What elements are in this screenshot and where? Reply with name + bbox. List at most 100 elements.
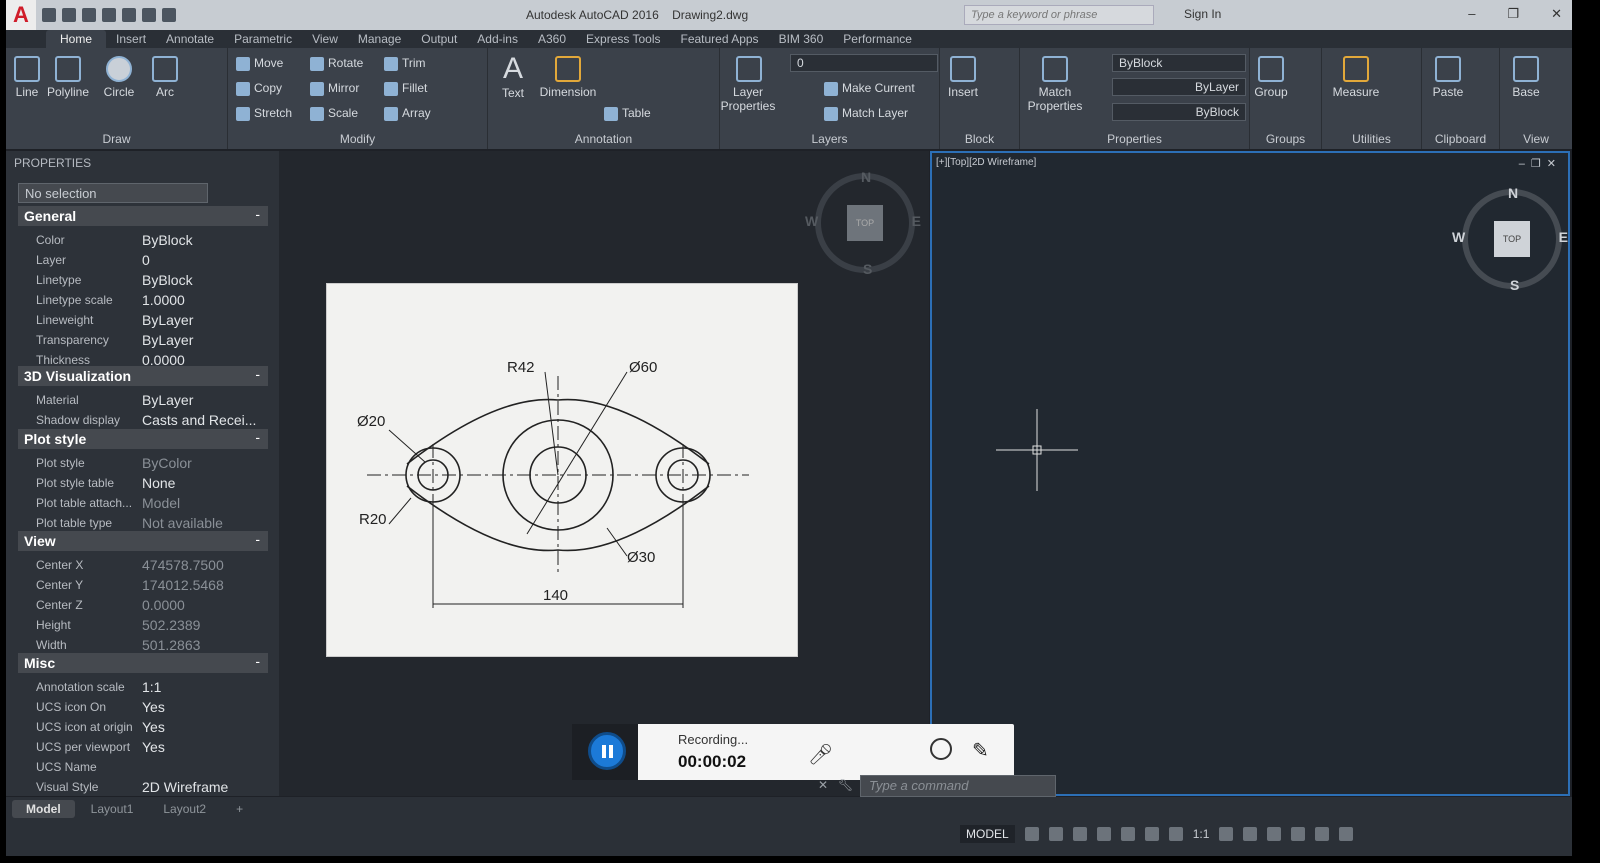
- tab-parametric[interactable]: Parametric: [224, 32, 302, 46]
- property-row[interactable]: Transparency ByLayer: [36, 330, 270, 350]
- base-button[interactable]: Base: [1510, 56, 1542, 99]
- property-value[interactable]: None: [142, 475, 175, 491]
- property-value[interactable]: Casts and Recei...: [142, 412, 256, 428]
- open-file-icon[interactable]: [62, 8, 76, 22]
- annotation-group-label[interactable]: Annotation: [488, 132, 719, 146]
- command-input[interactable]: Type a command: [860, 775, 1056, 797]
- groups-group-label[interactable]: Groups: [1250, 132, 1321, 146]
- grid-icon[interactable]: [1024, 827, 1039, 841]
- property-value[interactable]: Yes: [142, 719, 165, 735]
- property-row[interactable]: UCS Name: [36, 757, 270, 777]
- polyline-button[interactable]: Polyline: [46, 56, 90, 99]
- property-row[interactable]: Color ByBlock: [36, 230, 270, 250]
- tab-bim-360[interactable]: BIM 360: [769, 32, 834, 46]
- match-properties-button[interactable]: Match Properties: [1026, 56, 1084, 113]
- layout-tab-layout2[interactable]: Layout2: [149, 800, 220, 818]
- section-plot[interactable]: Plot style: [18, 429, 268, 449]
- property-value[interactable]: 2D Wireframe: [142, 779, 228, 795]
- minimize-icon[interactable]: –: [1468, 6, 1475, 22]
- property-value[interactable]: Yes: [142, 739, 165, 755]
- viewport-close-icon[interactable]: ✕: [1547, 158, 1562, 170]
- add-layout-button[interactable]: +: [222, 800, 257, 818]
- redo-icon[interactable]: [162, 8, 176, 22]
- sign-in-button[interactable]: Sign In: [1184, 7, 1221, 21]
- command-close-icon[interactable]: ✕: [818, 778, 828, 792]
- property-row[interactable]: Lineweight ByLayer: [36, 310, 270, 330]
- viewcube-right-north[interactable]: N: [1508, 185, 1518, 201]
- viewport-minimize-icon[interactable]: –: [1519, 158, 1531, 170]
- viewcube-right-west[interactable]: W: [1452, 229, 1465, 245]
- property-row[interactable]: Center Z 0.0000: [36, 595, 270, 615]
- viewport-label[interactable]: [+][Top][2D Wireframe]: [936, 157, 1036, 168]
- command-customize-icon[interactable]: 🔧︎: [838, 778, 853, 792]
- tab-view[interactable]: View: [302, 32, 348, 46]
- section-viz[interactable]: 3D Visualization: [18, 366, 268, 386]
- property-value[interactable]: 502.2389: [142, 617, 200, 633]
- section-misc[interactable]: Misc: [18, 653, 268, 673]
- webcam-icon[interactable]: [930, 738, 952, 760]
- annotation-visibility-icon[interactable]: [1168, 827, 1183, 841]
- viewcube-top-face[interactable]: TOP: [847, 205, 883, 241]
- property-row[interactable]: Layer 0: [36, 250, 270, 270]
- property-row[interactable]: Shadow display Casts and Recei...: [36, 410, 270, 430]
- property-row[interactable]: Annotation scale 1:1: [36, 677, 270, 697]
- save-as-icon[interactable]: [102, 8, 116, 22]
- customize-menu-icon[interactable]: [1339, 827, 1354, 841]
- arc-button[interactable]: Arc: [150, 56, 180, 99]
- draw-group-label[interactable]: Draw: [6, 132, 227, 146]
- viewcube-west[interactable]: W: [805, 213, 818, 229]
- insert-button[interactable]: Insert: [946, 56, 980, 99]
- viewcube-right-south[interactable]: S: [1510, 277, 1519, 293]
- right-viewport[interactable]: [+][Top][2D Wireframe] –❐✕ N S E W TOP: [930, 151, 1570, 796]
- scale-button[interactable]: Scale: [310, 106, 358, 121]
- block-group-label[interactable]: Block: [940, 132, 1019, 146]
- tab-output[interactable]: Output: [411, 32, 467, 46]
- property-row[interactable]: Width 501.2863: [36, 635, 270, 655]
- new-file-icon[interactable]: [42, 8, 56, 22]
- tab-performance[interactable]: Performance: [833, 32, 922, 46]
- modify-group-label[interactable]: Modify: [228, 132, 487, 146]
- selection-dropdown[interactable]: No selection: [18, 183, 208, 203]
- clean-screen-icon[interactable]: [1315, 827, 1330, 841]
- property-row[interactable]: Center Y 174012.5468: [36, 575, 270, 595]
- properties-group-label[interactable]: Properties: [1020, 132, 1249, 146]
- table-button[interactable]: Table: [604, 106, 651, 121]
- color-dropdown[interactable]: ByBlock: [1112, 54, 1246, 72]
- pen-icon[interactable]: ✎: [972, 738, 989, 763]
- stretch-button[interactable]: Stretch: [236, 106, 292, 121]
- paste-button[interactable]: Paste: [1430, 56, 1466, 99]
- linetype-dropdown[interactable]: ByLayer: [1112, 78, 1246, 96]
- print-icon[interactable]: [122, 8, 136, 22]
- tab-manage[interactable]: Manage: [348, 32, 411, 46]
- text-button[interactable]: A Text: [498, 52, 528, 100]
- save-icon[interactable]: [82, 8, 96, 22]
- property-value[interactable]: ByLayer: [142, 332, 193, 348]
- isolate-icon[interactable]: [1267, 827, 1282, 841]
- viewcube-left[interactable]: N S E W TOP: [805, 169, 921, 277]
- property-value[interactable]: ByColor: [142, 455, 192, 471]
- model-space-button[interactable]: MODEL: [960, 825, 1015, 843]
- property-value[interactable]: Not available: [142, 515, 223, 531]
- tab-express-tools[interactable]: Express Tools: [576, 32, 670, 46]
- property-value[interactable]: 1:1: [142, 679, 161, 695]
- viewcube-north[interactable]: N: [861, 169, 871, 185]
- match-layer-button[interactable]: Match Layer: [824, 106, 908, 121]
- property-row[interactable]: Plot table type Not available: [36, 513, 270, 533]
- viewcube-right-top-face[interactable]: TOP: [1494, 221, 1530, 257]
- section-view[interactable]: View: [18, 531, 268, 551]
- microphone-icon[interactable]: 🎤︎: [808, 742, 833, 767]
- property-row[interactable]: Plot table attach... Model: [36, 493, 270, 513]
- layer-properties-button[interactable]: Layer Properties: [721, 56, 775, 113]
- pause-recording-button[interactable]: [588, 732, 626, 770]
- view-group-label[interactable]: View: [1500, 132, 1572, 146]
- property-value[interactable]: Yes: [142, 699, 165, 715]
- property-row[interactable]: Linetype ByBlock: [36, 270, 270, 290]
- viewcube-right-east[interactable]: E: [1559, 229, 1568, 245]
- dimension-button[interactable]: Dimension: [536, 56, 600, 99]
- group-button[interactable]: Group: [1254, 56, 1288, 99]
- mirror-button[interactable]: Mirror: [310, 81, 359, 96]
- property-value[interactable]: 474578.7500: [142, 557, 224, 573]
- circle-button[interactable]: Circle: [102, 56, 136, 99]
- tab-featured-apps[interactable]: Featured Apps: [671, 32, 769, 46]
- viewcube-south[interactable]: S: [863, 261, 872, 277]
